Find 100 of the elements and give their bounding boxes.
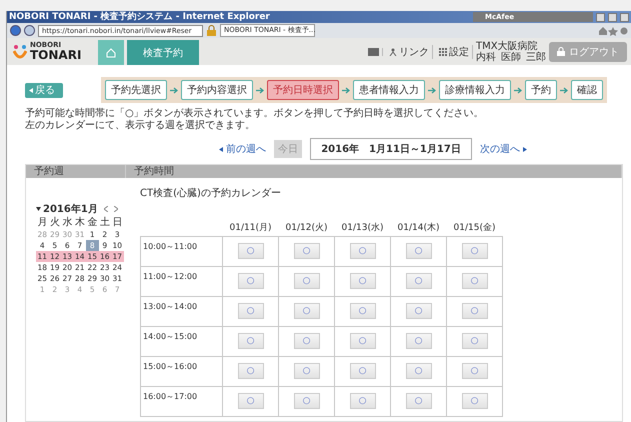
instruction-text: 左のカレンダーにて、表示する週を選択できます。: [25, 120, 255, 131]
logo-text: TONARI: [30, 49, 82, 61]
weekday-label: 日: [111, 217, 124, 229]
day-heading: 01/11(月): [222, 220, 278, 236]
slot-button[interactable]: ○: [238, 272, 264, 288]
user-info: 医師: [501, 52, 521, 62]
slot-button[interactable]: ○: [406, 302, 432, 318]
next-icon[interactable]: [114, 206, 118, 212]
arrow-icon: [256, 86, 264, 94]
day-heading: 01/13(水): [334, 220, 390, 236]
slot-button[interactable]: ○: [462, 332, 488, 348]
people-icon: [389, 48, 397, 56]
step-label: 予約: [525, 80, 557, 100]
day-heading: 01/14(木): [390, 220, 446, 236]
home-button[interactable]: [98, 40, 124, 65]
arrow-icon: [514, 86, 522, 94]
logo-icon: [13, 44, 27, 60]
grid-icon: [439, 48, 447, 56]
arrow-icon: [170, 86, 178, 94]
slot-button[interactable]: ○: [238, 332, 264, 348]
slot-button[interactable]: ○: [462, 272, 488, 288]
slot-button[interactable]: ○: [294, 362, 320, 378]
slot-button[interactable]: ○: [294, 272, 320, 288]
slot-button[interactable]: ○: [462, 362, 488, 378]
step-label: 予約日時選択: [267, 80, 339, 100]
step-label: 患者情報入力: [353, 80, 425, 100]
arrow-icon: [428, 86, 436, 94]
caret-icon: [36, 207, 41, 211]
day-heading: 01/12(火): [278, 220, 334, 236]
lock-icon: [557, 47, 565, 56]
slot-button[interactable]: ○: [294, 332, 320, 348]
hospital-name: TMX大阪病院: [476, 40, 539, 52]
back-button[interactable]: 戻る: [25, 82, 63, 98]
caret-icon: [522, 146, 527, 152]
column-heading: 予約時間: [126, 165, 622, 178]
caret-icon: [29, 88, 33, 92]
time-label: 10:00～11:00: [142, 240, 198, 252]
slot-button[interactable]: ○: [294, 392, 320, 408]
slot-button[interactable]: ○: [238, 302, 264, 318]
instruction-text: 予約可能な時間帯に「○」ボタンが表示されています。ボタンを押して予約日時を選択してください。: [25, 108, 484, 119]
slot-button[interactable]: ○: [350, 242, 376, 258]
weekday-label: 土: [98, 217, 111, 229]
month-title: 2016年1月: [43, 202, 98, 216]
header-link[interactable]: 設定: [436, 44, 473, 58]
window-title: NOBORI TONARI - 検査予約システム - Internet Explorer: [9, 11, 271, 23]
header-link[interactable]: リンク: [386, 44, 433, 58]
close-button[interactable]: [620, 12, 629, 22]
weekday-label: 金: [86, 217, 98, 229]
time-label: 15:00～16:00: [142, 360, 198, 372]
step-label: 予約先選択: [105, 80, 167, 100]
slot-button[interactable]: ○: [294, 242, 320, 258]
slot-button[interactable]: ○: [406, 272, 432, 288]
minimize-button[interactable]: [596, 12, 605, 22]
weekday-label: 火: [48, 217, 61, 229]
slot-button[interactable]: ○: [350, 332, 376, 348]
arrow-icon: [560, 86, 568, 94]
day-heading: 01/15(金): [446, 220, 502, 236]
slot-button[interactable]: ○: [462, 242, 488, 258]
slot-button[interactable]: ○: [350, 272, 376, 288]
prev-week-link[interactable]: 前の週へ: [219, 142, 266, 156]
slot-button[interactable]: ○: [238, 392, 264, 408]
step-label: 確認: [571, 80, 603, 100]
lock-icon: [206, 25, 217, 36]
forward-icon[interactable]: [24, 25, 35, 36]
mail-icon: [368, 48, 379, 56]
step-label: 予約内容選択: [181, 80, 253, 100]
slot-button[interactable]: ○: [462, 392, 488, 408]
time-label: 16:00～17:00: [142, 390, 198, 402]
time-label: 11:00～12:00: [142, 270, 198, 282]
home-icon: [106, 48, 116, 58]
nav-tab[interactable]: 検査予約: [127, 40, 199, 65]
slot-button[interactable]: ○: [406, 392, 432, 408]
time-label: 13:00～14:00: [142, 300, 198, 312]
weekday-label: 木: [74, 217, 86, 229]
slot-button[interactable]: ○: [350, 362, 376, 378]
slot-button[interactable]: ○: [238, 362, 264, 378]
arrow-icon: [342, 86, 350, 94]
slot-button[interactable]: ○: [350, 302, 376, 318]
slot-button[interactable]: ○: [406, 332, 432, 348]
slot-button[interactable]: ○: [406, 242, 432, 258]
maximize-button[interactable]: [608, 12, 617, 22]
weekday-label: 月: [36, 217, 48, 229]
time-label: 14:00～15:00: [142, 330, 198, 342]
slot-button[interactable]: ○: [406, 362, 432, 378]
previous-icon[interactable]: [104, 206, 108, 212]
back-icon[interactable]: [10, 25, 21, 36]
toolbar-icons-drawing: [598, 26, 628, 36]
date-range: 2016年 1月11日～1月17日: [310, 138, 472, 160]
slot-button[interactable]: ○: [350, 392, 376, 408]
caret-icon: [219, 146, 224, 152]
slot-button[interactable]: ○: [238, 242, 264, 258]
calendar-title: CT検査(心臓)の予約カレンダー: [140, 186, 282, 200]
slot-button[interactable]: ○: [294, 302, 320, 318]
weekday-label: 水: [61, 217, 74, 229]
user-info: 内科: [476, 52, 496, 62]
slot-button[interactable]: ○: [462, 302, 488, 318]
next-week-link[interactable]: 次の週へ: [480, 142, 527, 156]
mail-link[interactable]: [365, 48, 383, 56]
logout-button[interactable]: ログアウト: [549, 42, 627, 62]
step-label: 診療情報入力: [439, 80, 511, 100]
